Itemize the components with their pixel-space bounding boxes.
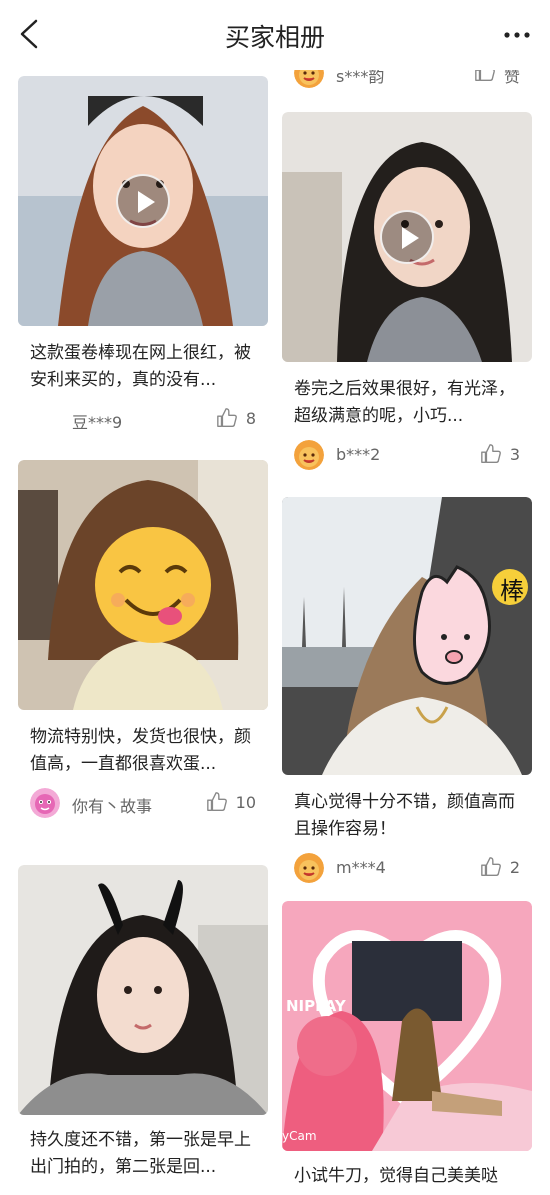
card-meta: 你有丶故事 10 <box>30 788 256 818</box>
photo-sign-text: NIPLAY <box>286 997 346 1015</box>
like-count: 10 <box>235 793 256 812</box>
reviewer-name[interactable]: m***4 <box>336 858 386 877</box>
orange-face-avatar[interactable] <box>294 440 324 470</box>
review-card[interactable]: 卷完之后效果很好，有光泽，超级满意的呢，小巧... b***2 3 <box>282 112 532 482</box>
review-card[interactable]: 物流特别快，发货也很快，颜值高，一直都很喜欢蛋... 你有丶故事 10 <box>18 460 268 830</box>
review-photo[interactable]: 棒 <box>282 497 532 775</box>
review-caption[interactable]: 持久度还不错，第一张是早上出门拍的，第二张是回... <box>30 1127 260 1181</box>
review-caption[interactable]: 这款蛋卷棒现在网上很红，被安利来买的，真的没有... <box>30 340 260 394</box>
review-photo[interactable]: NIPLAY yCam <box>282 901 532 1151</box>
photo-feed[interactable]: s***韵 赞 这款蛋卷棒现在网上很红，被安利来买的，真的没有... 豆***9… <box>0 0 550 1195</box>
card-meta: m***4 2 <box>294 853 520 883</box>
reviewer-name[interactable]: 豆***9 <box>72 409 122 433</box>
card-meta: b***2 3 <box>294 440 520 470</box>
top-nav-bar: 买家相册 <box>0 0 550 70</box>
thumbs-up-icon[interactable] <box>480 856 502 878</box>
pink-face-avatar[interactable] <box>30 788 60 818</box>
ellipsis-icon[interactable] <box>502 22 532 48</box>
thumbs-up-icon[interactable] <box>480 443 502 465</box>
review-photo[interactable] <box>18 460 268 710</box>
thumbs-up-icon[interactable] <box>206 791 228 813</box>
card-meta: 豆***9 8 <box>30 404 256 434</box>
like-count: 3 <box>509 445 520 464</box>
page-title: 买家相册 <box>224 23 325 52</box>
review-caption[interactable]: 小试牛刀，觉得自己美美哒 <box>294 1163 524 1190</box>
review-photo[interactable] <box>282 112 532 362</box>
review-caption[interactable]: 真心觉得十分不错，颜值高而且操作容易！ <box>294 789 524 843</box>
review-photo[interactable] <box>18 865 268 1115</box>
like-count: 2 <box>509 858 520 877</box>
review-card[interactable]: NIPLAY yCam 小试牛刀，觉得自己美美哒 <box>282 901 532 1195</box>
play-video-button[interactable] <box>116 174 170 228</box>
review-caption[interactable]: 物流特别快，发货也很快，颜值高，一直都很喜欢蛋... <box>30 724 260 778</box>
review-card[interactable]: 这款蛋卷棒现在网上很红，被安利来买的，真的没有... 豆***9 8 <box>18 76 268 441</box>
review-photo[interactable] <box>18 76 268 326</box>
orange-face-avatar[interactable] <box>294 853 324 883</box>
like-count: 8 <box>245 409 256 428</box>
play-video-button[interactable] <box>380 210 434 264</box>
review-card[interactable]: 棒 真心觉得十分不错，颜值高而且操作容易！ m***4 2 <box>282 497 532 887</box>
reviewer-name[interactable]: 你有丶故事 <box>72 793 152 817</box>
reviewer-name[interactable]: b***2 <box>336 445 380 464</box>
review-card[interactable]: 持久度还不错，第一张是早上出门拍的，第二张是回... <box>18 865 268 1195</box>
thumbs-up-icon[interactable] <box>216 407 238 429</box>
review-caption[interactable]: 卷完之后效果很好，有光泽，超级满意的呢，小巧... <box>294 376 524 430</box>
photo-brand-text: yCam <box>282 1129 317 1143</box>
sticker-badge: 棒 <box>500 577 524 605</box>
